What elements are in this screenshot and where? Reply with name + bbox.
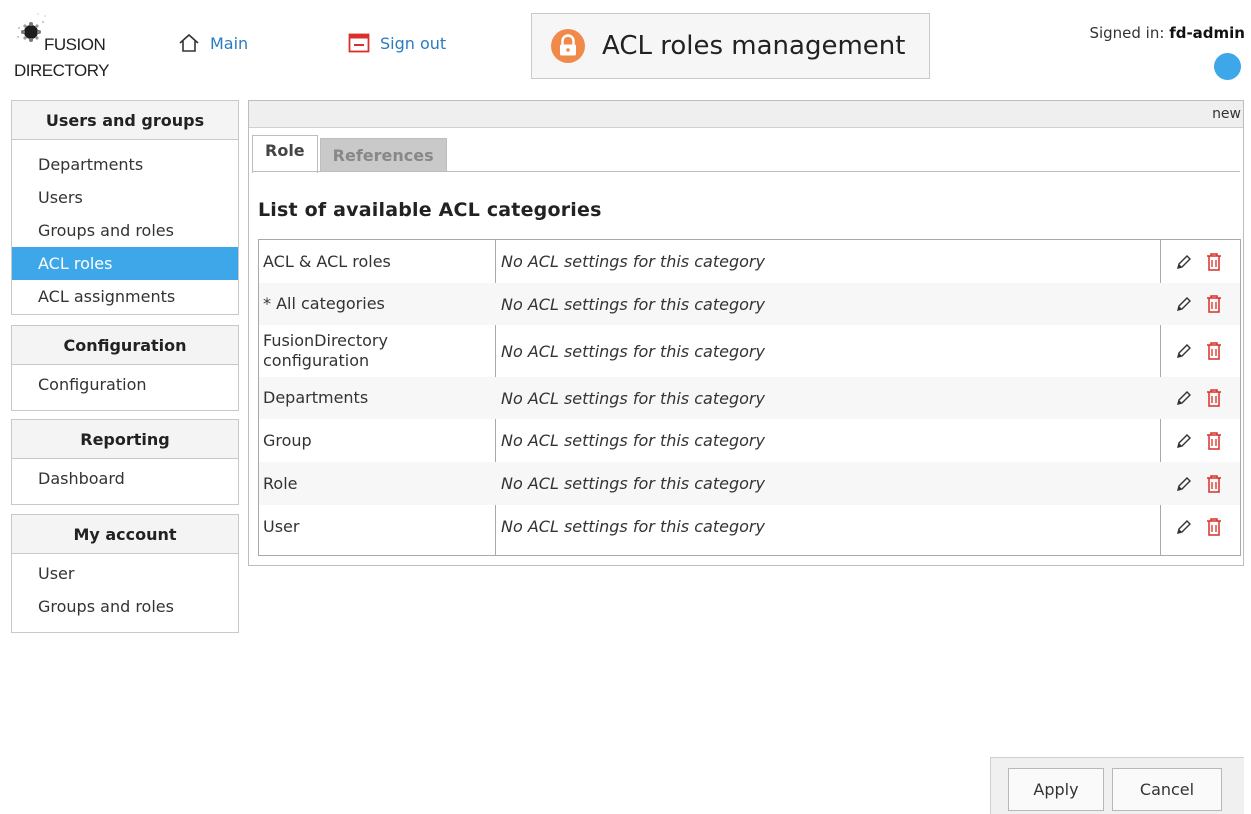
edit-icon[interactable]: [1172, 251, 1196, 273]
delete-icon[interactable]: [1202, 293, 1226, 315]
table-row: FusionDirectory configuration No ACL set…: [259, 325, 1240, 377]
main-link-label: Main: [210, 33, 249, 53]
menu-section-users-and-groups: Users and groups Departments Users Group…: [11, 100, 239, 315]
tab-references[interactable]: References: [319, 138, 447, 172]
signed-in-label: Signed in:: [1089, 24, 1165, 42]
tab-role[interactable]: Role: [252, 135, 318, 173]
acl-category-description: No ACL settings for this category: [501, 252, 765, 271]
acl-category-name: * All categories: [263, 294, 385, 313]
edit-icon[interactable]: [1172, 387, 1196, 409]
tab-bar: Role References: [252, 133, 449, 173]
acl-category-name: User: [263, 516, 300, 536]
logo-mark-icon: [17, 13, 46, 42]
lock-icon: [551, 29, 585, 63]
acl-category-description: No ACL settings for this category: [501, 474, 765, 493]
page-title: ACL roles management: [602, 31, 906, 61]
sign-out-icon: [348, 33, 370, 53]
table-row: User No ACL settings for this category: [259, 505, 1240, 548]
signed-in-info: Signed in: fd-admin: [1089, 24, 1245, 42]
sidebar-item-groups-and-roles[interactable]: Groups and roles: [12, 214, 238, 247]
logo-text-line2: DIRECTORY: [14, 61, 110, 80]
object-state-label: new: [1212, 106, 1241, 122]
sidebar-item-acl-assignments[interactable]: ACL assignments: [12, 280, 238, 313]
sidebar-item-dashboard[interactable]: Dashboard: [12, 462, 238, 495]
acl-category-name: Departments: [263, 388, 369, 407]
table-row: * All categories No ACL settings for thi…: [259, 283, 1240, 325]
menu-section-reporting: Reporting Dashboard: [11, 419, 239, 505]
cancel-button[interactable]: Cancel: [1112, 768, 1222, 811]
menu-section-configuration: Configuration Configuration: [11, 325, 239, 411]
sign-out-label: Sign out: [380, 33, 447, 53]
sidebar-item-configuration[interactable]: Configuration: [12, 368, 238, 401]
delete-icon[interactable]: [1202, 516, 1226, 538]
sidebar-item-acl-roles[interactable]: ACL roles: [12, 247, 238, 280]
sidebar-item-my-groups-and-roles[interactable]: Groups and roles: [12, 590, 238, 623]
acl-category-description: No ACL settings for this category: [501, 388, 765, 408]
acl-category-name: Role: [263, 473, 298, 493]
panel-topbar: new: [249, 101, 1243, 128]
acl-category-description: No ACL settings for this category: [501, 431, 765, 450]
main-link[interactable]: Main: [178, 33, 248, 53]
menu-section-title: Users and groups: [12, 101, 238, 140]
acl-list-heading: List of available ACL categories: [258, 199, 602, 221]
menu-section-title: Configuration: [12, 326, 238, 365]
acl-category-description: No ACL settings for this category: [501, 294, 765, 314]
table-row: Role No ACL settings for this category: [259, 462, 1240, 505]
sidebar-item-my-user[interactable]: User: [12, 557, 238, 590]
action-footer: Apply Cancel: [990, 757, 1244, 814]
menu-section-title: My account: [12, 515, 238, 554]
edit-icon[interactable]: [1172, 340, 1196, 362]
main-panel: new Role References List of available AC…: [248, 100, 1244, 566]
menu-section-my-account: My account User Groups and roles: [11, 514, 239, 633]
acl-category-description: No ACL settings for this category: [501, 517, 765, 536]
table-row: ACL & ACL roles No ACL settings for this…: [259, 240, 1240, 283]
sign-out-link[interactable]: Sign out: [348, 33, 446, 53]
signed-in-user[interactable]: fd-admin: [1169, 24, 1245, 42]
table-row: Group No ACL settings for this category: [259, 419, 1240, 462]
edit-icon[interactable]: [1172, 473, 1196, 495]
acl-category-name: Group: [263, 430, 312, 450]
logo-text-line1: FUSION: [44, 35, 106, 54]
delete-icon[interactable]: [1202, 387, 1226, 409]
delete-icon[interactable]: [1202, 340, 1226, 362]
delete-icon[interactable]: [1202, 251, 1226, 273]
delete-icon[interactable]: [1202, 430, 1226, 452]
apply-button[interactable]: Apply: [1008, 768, 1104, 811]
fusiondirectory-logo: FUSION DIRECTORY: [14, 10, 134, 88]
acl-category-name: ACL & ACL roles: [263, 251, 391, 271]
acl-category-name: FusionDirectory configuration: [263, 331, 388, 370]
sidebar-item-departments[interactable]: Departments: [12, 148, 238, 181]
table-row: Departments No ACL settings for this cat…: [259, 377, 1240, 419]
acl-category-description: No ACL settings for this category: [501, 341, 765, 361]
tab-content: List of available ACL categories ACL & A…: [252, 171, 1241, 562]
page-title-box: ACL roles management: [531, 13, 930, 79]
delete-icon[interactable]: [1202, 473, 1226, 495]
sidebar-item-users[interactable]: Users: [12, 181, 238, 214]
acl-categories-table: ACL & ACL roles No ACL settings for this…: [258, 239, 1241, 556]
edit-icon[interactable]: [1172, 293, 1196, 315]
edit-icon[interactable]: [1172, 430, 1196, 452]
edit-icon[interactable]: [1172, 516, 1196, 538]
menu-section-title: Reporting: [12, 420, 238, 459]
status-indicator: [1214, 53, 1241, 80]
home-icon: [179, 33, 199, 52]
